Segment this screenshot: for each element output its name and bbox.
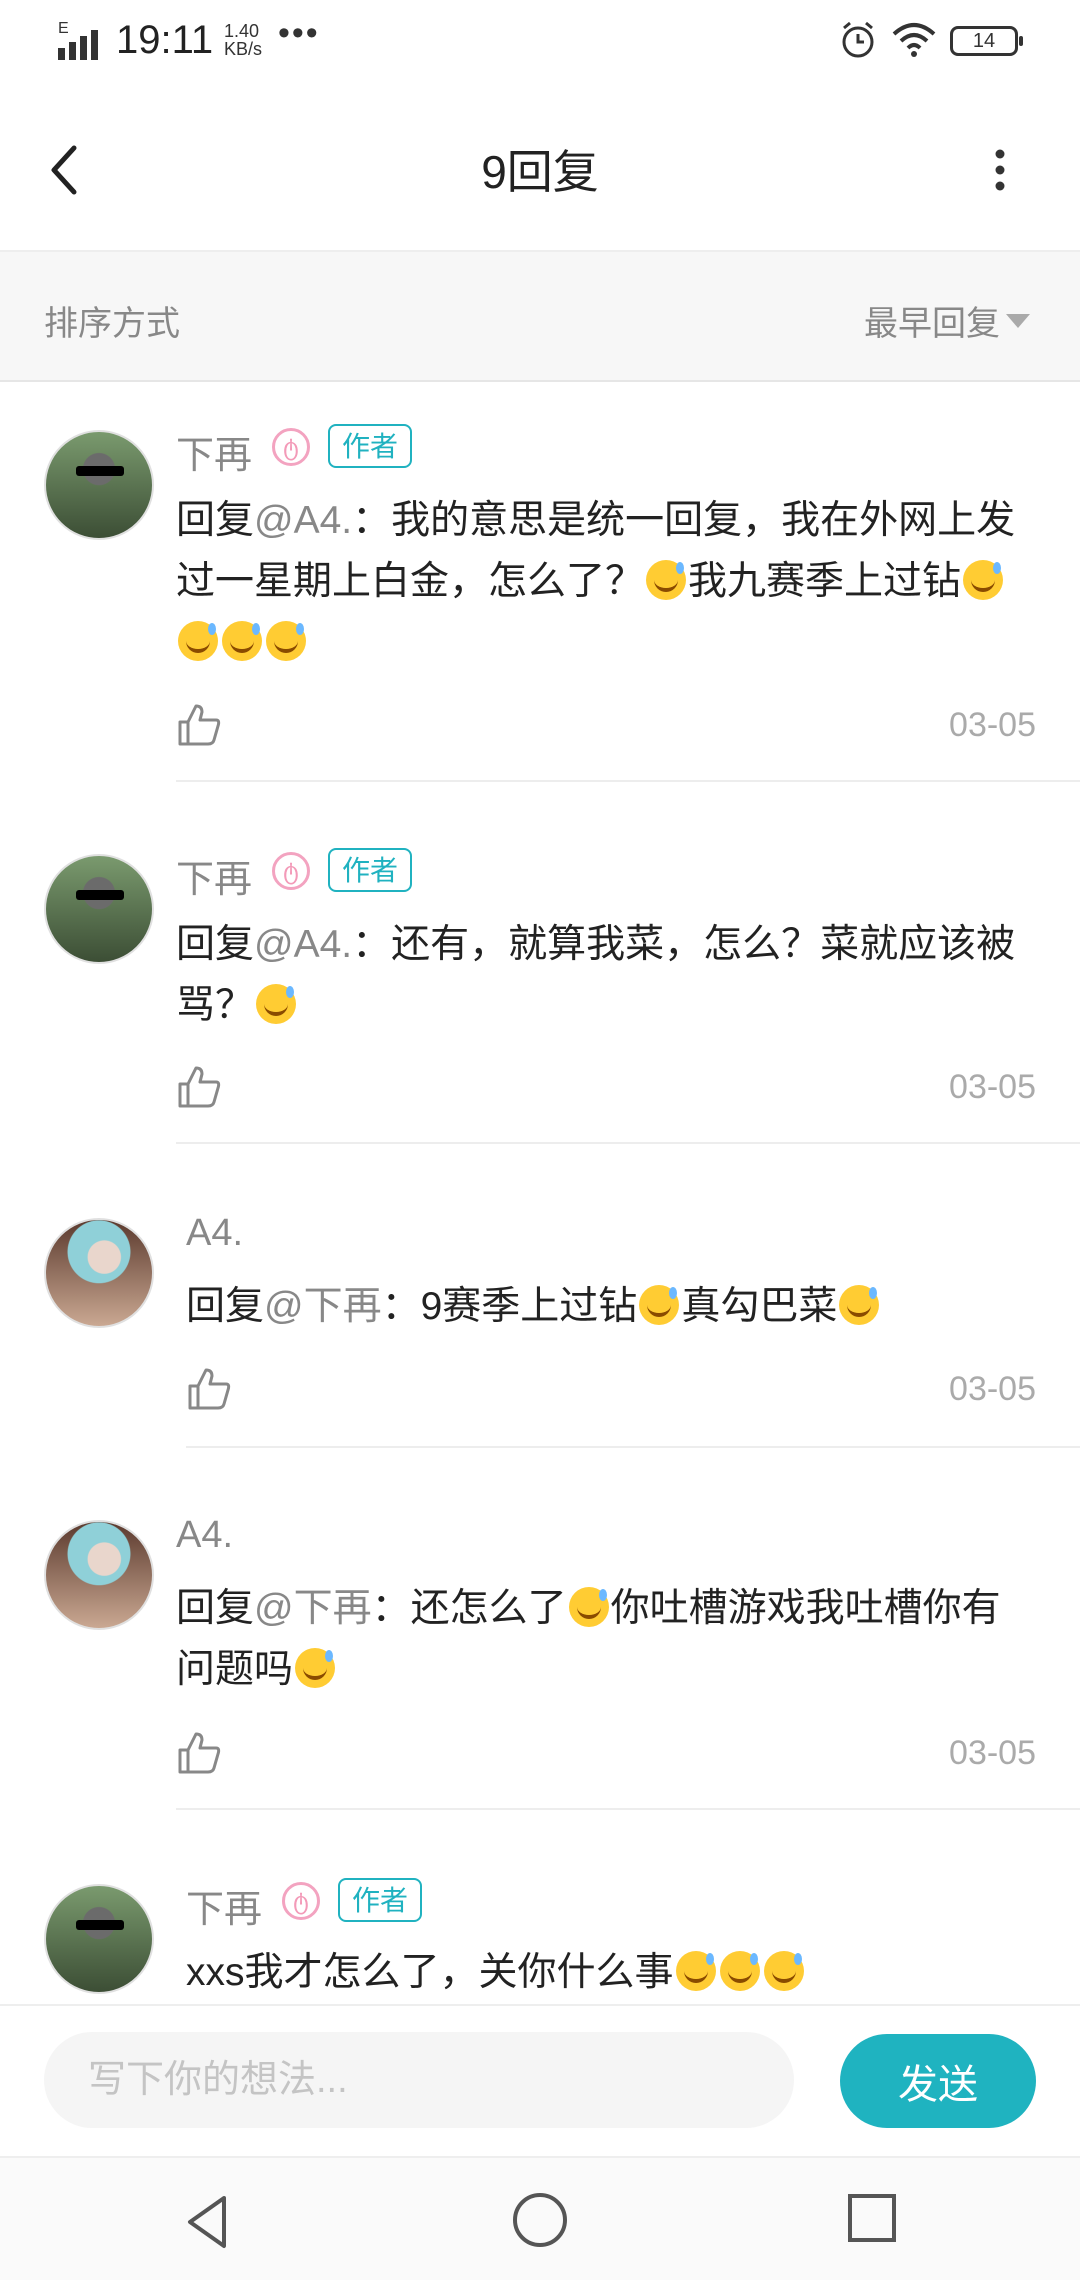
battery-icon: 14 bbox=[950, 26, 1023, 56]
comment-username[interactable]: A4. bbox=[186, 1212, 243, 1255]
comment-text[interactable]: 回复@A4.：我的意思是统一回复，我在外网上发过一星期上白金，怎么了？ 我九赛季上… bbox=[176, 490, 1036, 673]
avatar[interactable] bbox=[44, 1884, 154, 1994]
battery-level: 14 bbox=[972, 30, 996, 52]
alarm-icon bbox=[842, 21, 874, 58]
avatar[interactable] bbox=[44, 1520, 154, 1630]
app-header: 9回复 bbox=[0, 84, 1080, 252]
send-button[interactable]: 发送 bbox=[840, 2034, 1036, 2128]
sort-dropdown[interactable]: 最早回复 bbox=[864, 296, 1000, 345]
thumbs-up-icon[interactable] bbox=[176, 702, 222, 748]
author-badge: 作者 bbox=[328, 424, 413, 468]
comment-username[interactable]: 下再 bbox=[176, 424, 252, 479]
status-bar: E 19:11 1.40 KB/s ••• 14 bbox=[0, 0, 1080, 84]
comment-text[interactable]: 回复@A4.：还有，就算我菜，怎么？菜就应该被骂？ bbox=[176, 914, 1036, 1036]
reply-mention[interactable]: @下再 bbox=[264, 1285, 382, 1328]
thumbs-up-icon[interactable] bbox=[176, 1064, 222, 1110]
nav-recent-apps-icon[interactable] bbox=[846, 2192, 898, 2244]
comment-date: 03-05 bbox=[949, 1068, 1036, 1106]
comment-text[interactable]: xxs我才怎么了，关你什么事 bbox=[186, 1942, 1046, 2003]
sort-label: 排序方式 bbox=[44, 305, 180, 343]
comment-item: A4. 回复@下再：9赛季上过钻 真勾巴菜 03-05 bbox=[0, 1170, 1080, 1470]
avatar[interactable] bbox=[44, 854, 154, 964]
thumbs-up-icon[interactable] bbox=[186, 1366, 232, 1412]
sweat-smile-emoji bbox=[646, 560, 687, 600]
reply-mention[interactable]: @下再 bbox=[254, 1587, 372, 1630]
comment-item: 下再 ტ 作者 回复@A4.：还有，就算我菜，怎么？菜就应该被骂？ 03-05 bbox=[0, 806, 1080, 1146]
vip-level-icon: ტ bbox=[272, 428, 310, 466]
sweat-smile-emoji bbox=[568, 1587, 609, 1627]
divider bbox=[176, 1808, 1080, 1810]
comment-username[interactable]: 下再 bbox=[176, 848, 252, 903]
divider bbox=[186, 1446, 1080, 1448]
nav-back-icon[interactable] bbox=[178, 2192, 238, 2252]
sort-bar: 排序方式 最早回复 bbox=[0, 252, 1080, 382]
sweat-smile-emoji bbox=[675, 1951, 716, 1991]
vip-level-icon: ტ bbox=[272, 852, 310, 890]
author-badge: 作者 bbox=[338, 1878, 423, 1922]
sweat-smile-emoji bbox=[295, 1648, 336, 1688]
status-more-icon: ••• bbox=[278, 14, 320, 52]
avatar[interactable] bbox=[44, 1218, 154, 1328]
page-title: 9回复 bbox=[481, 146, 599, 198]
thumbs-up-icon[interactable] bbox=[176, 1730, 222, 1776]
reply-mention[interactable]: @A4. bbox=[254, 923, 352, 966]
divider bbox=[176, 1142, 1080, 1144]
reply-mention[interactable]: @A4. bbox=[254, 499, 352, 542]
author-badge: 作者 bbox=[328, 848, 413, 892]
joy-emoji bbox=[266, 621, 306, 661]
comment-date: 03-05 bbox=[949, 706, 1036, 744]
divider bbox=[176, 780, 1080, 782]
sweat-smile-emoji bbox=[222, 621, 262, 661]
comment-date: 03-05 bbox=[949, 1734, 1036, 1772]
joy-emoji bbox=[178, 621, 218, 661]
dropdown-triangle-icon[interactable] bbox=[1006, 314, 1030, 328]
system-nav-bar bbox=[0, 2156, 1080, 2280]
avatar[interactable] bbox=[44, 430, 154, 540]
comment-item: 下再 ტ 作者 回复@A4.：我的意思是统一回复，我在外网上发过一星期上白金，怎… bbox=[0, 382, 1080, 782]
nav-home-icon[interactable] bbox=[510, 2190, 570, 2250]
sweat-smile-emoji bbox=[639, 1285, 680, 1325]
signal-icon: E bbox=[58, 20, 108, 60]
reply-input[interactable] bbox=[44, 2032, 794, 2128]
comment-item: 下再 ტ 作者 xxs我才怎么了，关你什么事 bbox=[0, 1836, 1080, 2004]
comment-username[interactable]: 下再 bbox=[186, 1878, 262, 1933]
comment-text[interactable]: 回复@下再：还怎么了 你吐槽游戏我吐槽你有问题吗 bbox=[176, 1578, 1036, 1700]
vertical-ellipsis-icon[interactable] bbox=[980, 140, 1020, 200]
sweat-smile-emoji bbox=[763, 1951, 804, 1991]
sweat-smile-emoji bbox=[963, 560, 1004, 600]
sweat-smile-emoji bbox=[719, 1951, 760, 1991]
vip-level-icon: ტ bbox=[282, 1882, 320, 1920]
comment-item: A4. 回复@下再：还怎么了 你吐槽游戏我吐槽你有问题吗 03-05 bbox=[0, 1472, 1080, 1812]
sweat-smile-emoji bbox=[256, 984, 297, 1024]
status-time: 19:11 bbox=[116, 18, 214, 62]
wifi-icon bbox=[892, 23, 936, 57]
reply-input-bar: 发送 bbox=[0, 2004, 1080, 2154]
sweat-smile-emoji bbox=[839, 1285, 880, 1325]
network-speed: 1.40 KB/s bbox=[224, 21, 263, 59]
comment-text[interactable]: 回复@下再：9赛季上过钻 真勾巴菜 bbox=[186, 1276, 1046, 1337]
comment-username[interactable]: A4. bbox=[176, 1514, 233, 1557]
comment-date: 03-05 bbox=[949, 1370, 1036, 1408]
network-type: E bbox=[58, 20, 69, 37]
